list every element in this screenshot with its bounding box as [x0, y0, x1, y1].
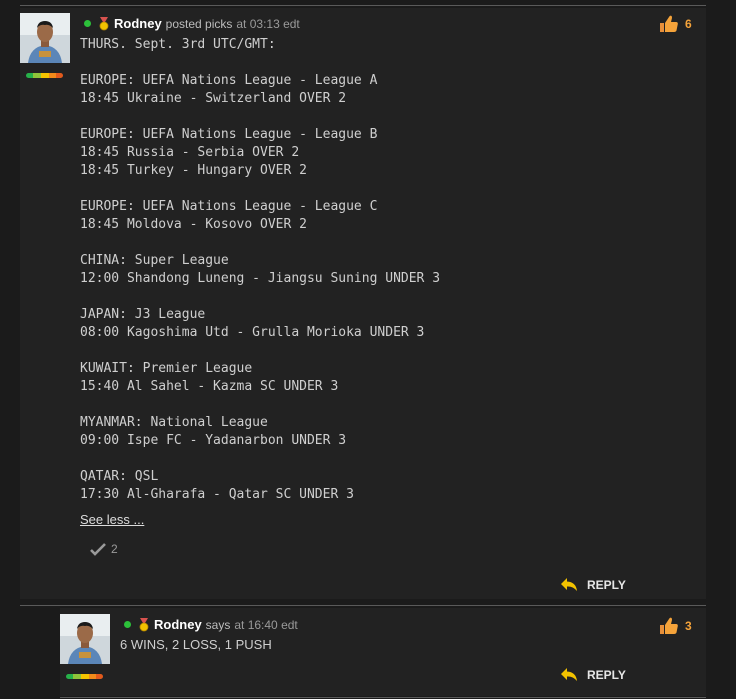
- online-status-icon: [124, 621, 131, 628]
- post-line: JAPAN: J3 League: [80, 307, 206, 322]
- avatar[interactable]: [60, 614, 110, 664]
- post-line: 09:00 Ispe FC - Yadanarbon UNDER 3: [80, 433, 347, 448]
- post-blank-line: [80, 180, 440, 198]
- post-timestamp: at 03:13 edt: [236, 16, 300, 31]
- post-blank-line: [80, 342, 440, 360]
- post-line: THURS. Sept. 3rd UTC/GMT:: [80, 37, 276, 52]
- reply-label: REPLY: [587, 577, 626, 592]
- username[interactable]: Rodney: [114, 16, 162, 31]
- reputation-bar: [66, 674, 103, 679]
- online-status-icon: [84, 20, 91, 27]
- top-divider: [20, 5, 706, 6]
- post-action: posted picks: [165, 16, 233, 31]
- post-line: EUROPE: UEFA Nations League - League C: [80, 199, 378, 214]
- post-action: says: [205, 617, 231, 632]
- reputation-bar: [26, 73, 63, 78]
- post-line: KUWAIT: Premier League: [80, 361, 253, 376]
- check-counter[interactable]: 2: [90, 542, 118, 556]
- post-blank-line: [80, 108, 440, 126]
- post-line: EUROPE: UEFA Nations League - League B: [80, 127, 378, 142]
- post-blank-line: [80, 54, 440, 72]
- post-blank-line: [80, 288, 440, 306]
- post-line: 17:30 Al-Gharafa - Qatar SC UNDER 3: [80, 487, 354, 502]
- like-count: 6: [685, 17, 692, 31]
- post-line: 18:45 Turkey - Hungary OVER 2: [80, 163, 307, 178]
- post-line: 12:00 Shandong Luneng - Jiangsu Suning U…: [80, 271, 441, 286]
- reply-header: Rodney says at 16:40 edt: [124, 617, 298, 632]
- post-content: THURS. Sept. 3rd UTC/GMT: EUROPE: UEFA Na…: [80, 36, 440, 504]
- post-timestamp: at 16:40 edt: [234, 617, 298, 632]
- thumbs-up-icon: [660, 617, 678, 634]
- reply-arrow-icon: [561, 668, 577, 681]
- post-blank-line: [80, 234, 440, 252]
- medal-icon: [138, 617, 150, 632]
- post-line: QATAR: QSL: [80, 469, 159, 484]
- thumbs-up-icon: [660, 15, 678, 32]
- post-blank-line: [80, 396, 440, 414]
- post-blank-line: [80, 450, 440, 468]
- post-line: 15:40 Al Sahel - Kazma SC UNDER 3: [80, 379, 339, 394]
- post-line: 18:45 Russia - Serbia OVER 2: [80, 145, 300, 160]
- check-count: 2: [111, 542, 118, 556]
- reply-label: REPLY: [587, 667, 626, 682]
- post-line: CHINA: Super League: [80, 253, 229, 268]
- post-line: 18:45 Ukraine - Switzerland OVER 2: [80, 91, 347, 106]
- post-header: Rodney posted picks at 03:13 edt: [84, 16, 300, 31]
- reply-content: 6 WINS, 2 LOSS, 1 PUSH: [120, 637, 272, 652]
- like-button[interactable]: 6: [659, 15, 692, 33]
- middle-divider: [20, 605, 706, 606]
- avatar[interactable]: [20, 13, 70, 63]
- see-less-link[interactable]: See less ...: [80, 512, 144, 527]
- post-line: 18:45 Moldova - Kosovo OVER 2: [80, 217, 307, 232]
- post-line: MYANMAR: National League: [80, 415, 268, 430]
- medal-icon: [98, 16, 110, 31]
- like-button[interactable]: 3: [659, 617, 692, 635]
- checkmark-icon: [90, 543, 106, 556]
- username[interactable]: Rodney: [154, 617, 202, 632]
- post-line: EUROPE: UEFA Nations League - League A: [80, 73, 378, 88]
- post-line: 08:00 Kagoshima Utd - Grulla Morioka UND…: [80, 325, 425, 340]
- reply-button[interactable]: REPLY: [560, 667, 626, 682]
- like-count: 3: [685, 619, 692, 633]
- reply-arrow-icon: [561, 578, 577, 591]
- bottom-divider: [60, 697, 706, 698]
- reply-button[interactable]: REPLY: [560, 577, 626, 592]
